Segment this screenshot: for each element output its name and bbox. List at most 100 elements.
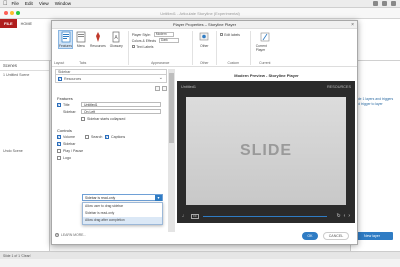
player-preview: Untitled1 RESOURCES SLIDE ♩ CC ↻ ‹ › (177, 81, 355, 223)
volume-icon[interactable]: ♩ (182, 213, 187, 219)
move-up-icon[interactable] (155, 86, 160, 91)
layout-group: Features Menu Resources A Glossary Layou… (54, 30, 129, 65)
captions-checkbox[interactable]: ✓ (105, 134, 109, 139)
menu-button[interactable]: Menu (76, 31, 86, 48)
glossary-button[interactable]: A Glossary (110, 31, 123, 48)
labels-group: Edit labels Custom (217, 31, 251, 65)
player-title: Untitled1 (181, 85, 196, 89)
dropdown-option[interactable]: Allow user to drag sidebar (83, 203, 162, 210)
title-label: Title (63, 102, 70, 107)
apple-icon[interactable]:  (3, 1, 8, 7)
sidebar-control-label: Sidebar (63, 141, 76, 146)
features-button[interactable]: Features (57, 30, 74, 49)
ok-button[interactable]: OK (302, 232, 318, 240)
seek-progress (202, 215, 328, 217)
chevron-down-icon[interactable]: ▾ (155, 195, 162, 201)
resources-row-label: Resources (64, 76, 82, 81)
player-resources-tab[interactable]: RESOURCES (327, 85, 351, 89)
sidebar-mode-select[interactable]: Sidebar is read-only ▾ (82, 194, 163, 201)
window-controls (4, 11, 20, 15)
menu-window[interactable]: Window (55, 1, 71, 6)
other-button[interactable]: Other (199, 31, 209, 48)
current-player-label: Current Player (255, 44, 267, 52)
learn-more-link[interactable]: ? LEARN MORE... (55, 233, 86, 237)
search-checkbox[interactable] (85, 134, 89, 139)
other-group-label: Other (200, 61, 209, 65)
play-pause-checkbox[interactable] (57, 148, 61, 153)
logo-row: Logo (55, 154, 167, 161)
title-checkbox[interactable]: ✓ (57, 102, 61, 107)
clock-icon[interactable] (391, 1, 396, 6)
features-label: Features (59, 44, 73, 48)
custom-group-label: Custom (227, 61, 240, 65)
learn-more-label: LEARN MORE... (61, 233, 87, 237)
captions-label: Captions (111, 134, 126, 139)
title-row: ✓ Title Untitled1 (55, 101, 167, 108)
seek-bar[interactable] (202, 215, 328, 217)
scrollbar-thumb[interactable] (169, 73, 174, 143)
menu-edit[interactable]: Edit (25, 1, 33, 6)
close-window-icon[interactable] (4, 11, 8, 15)
captions-button[interactable]: CC (191, 213, 199, 219)
menu-view[interactable]: View (39, 1, 49, 6)
undo-scene-button[interactable]: Undo Scene (0, 147, 26, 155)
volume-checkbox[interactable]: ✓ (57, 134, 61, 139)
text-labels-button[interactable]: Text Labels (136, 45, 153, 49)
current-player-icon (260, 32, 270, 42)
panel-scrollbar[interactable] (168, 69, 175, 232)
minimize-window-icon[interactable] (10, 11, 14, 15)
preview-label: Modern Preview - Storyline Player (234, 73, 299, 78)
edit-labels-icon (219, 32, 224, 37)
dropdown-option[interactable]: Sidebar is read-only (83, 210, 162, 217)
resources-icon (95, 32, 100, 42)
resources-checkbox[interactable]: ✓ (58, 76, 62, 81)
layout-group-label: Layout (54, 61, 65, 65)
resources-button[interactable]: Resources (90, 31, 106, 48)
scene-item[interactable]: 1 Untitled Scene (0, 71, 49, 79)
wifi-icon[interactable] (373, 1, 378, 6)
other-label: Other (200, 44, 209, 48)
app-window-title: Untitled1 - Articulate Storyline (Experi… (160, 10, 240, 16)
dropdown-option-highlighted[interactable]: Allow drag after completion (83, 217, 162, 224)
sidebar-collapsed-label: Sidebar starts collapsed (87, 116, 126, 121)
slide-placeholder: SLIDE (186, 97, 346, 205)
colors-select[interactable]: Dark (159, 38, 180, 43)
other-group: Other Other (193, 31, 217, 65)
sidebar-control-checkbox[interactable]: ✓ (57, 141, 61, 146)
tab-home[interactable]: HOME (17, 22, 36, 26)
play-pause-label: Play / Pause (63, 148, 84, 153)
close-icon[interactable]: × (351, 22, 354, 28)
edit-labels-button[interactable]: Edit labels (224, 33, 240, 37)
menu-file[interactable]: File (12, 1, 19, 6)
appearance-group-label: Appearance (151, 61, 170, 65)
current-player-button[interactable]: Current Player (256, 31, 274, 52)
maximize-window-icon[interactable] (16, 11, 20, 15)
prev-icon[interactable]: ‹ (344, 213, 346, 219)
current-group-label: Current (259, 61, 271, 65)
tab-file[interactable]: FILE (0, 19, 17, 28)
player-controls: ♩ CC ↻ ‹ › (177, 209, 355, 223)
sidebar-collapsed-checkbox[interactable] (81, 116, 85, 121)
triggers-text[interactable]: Slide 1 layers and triggers Add trigger … (351, 95, 400, 109)
features-icon (61, 31, 70, 43)
replay-icon[interactable]: ↻ (336, 213, 340, 219)
logo-checkbox[interactable] (57, 155, 61, 160)
resources-row[interactable]: ✓ Resources ⌄ (55, 75, 167, 83)
title-input[interactable]: Untitled1 (81, 101, 161, 108)
help-icon: ? (55, 233, 59, 237)
sidebar-mode-dropdown: Allow user to drag sidebar Sidebar is re… (82, 202, 163, 225)
glossary-label: Glossary (109, 44, 123, 48)
chevron-down-icon[interactable]: ⌄ (159, 75, 163, 81)
sidebar-position-select[interactable]: On Left (81, 108, 161, 115)
text-labels-icon (131, 44, 136, 49)
move-down-icon[interactable] (162, 86, 167, 91)
sidebar-mode-value: Sidebar is read-only (85, 196, 116, 200)
sidebar-position-label: Sidebar: (63, 109, 77, 114)
mac-menu-bar:  Articulate Storyline 360 File Edit Vie… (0, 0, 400, 267)
scenes-title: Scenes (0, 61, 49, 71)
player-style-select[interactable]: Modern (153, 32, 174, 37)
cancel-button[interactable]: CANCEL (323, 232, 349, 240)
battery-icon[interactable] (382, 1, 387, 6)
next-icon[interactable]: › (348, 213, 350, 219)
tabs-group-label: Tabs (79, 61, 87, 65)
